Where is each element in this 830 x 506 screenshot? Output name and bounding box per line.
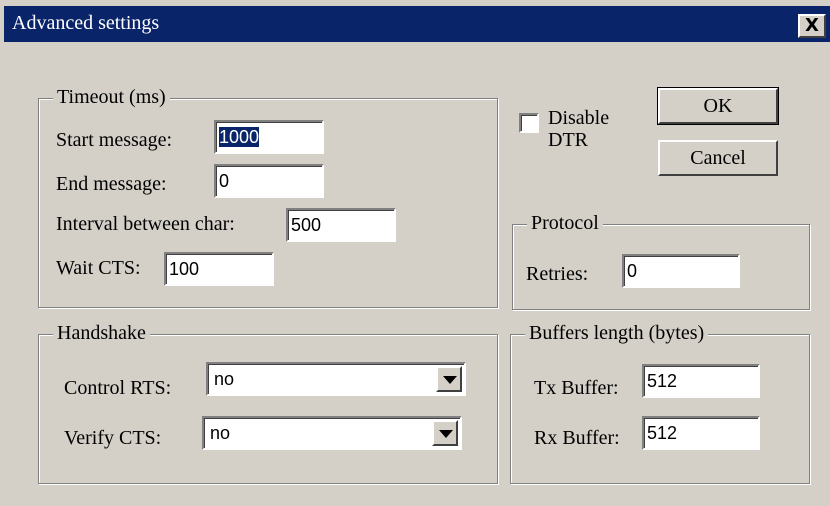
rx-buffer-value: 512 <box>647 423 678 443</box>
interval-value: 500 <box>291 215 322 235</box>
disable-dtr-checkbox[interactable] <box>519 113 539 133</box>
cancel-button[interactable]: Cancel <box>658 140 778 176</box>
close-icon: X <box>805 15 819 36</box>
cancel-button-label: Cancel <box>690 146 746 169</box>
disable-dtr-label-line1[interactable]: Disable <box>548 106 609 130</box>
start-message-value: 1000 <box>219 127 260 147</box>
handshake-group: Handshake <box>38 321 498 484</box>
control-rts-dropdown-button[interactable] <box>436 366 462 392</box>
start-message-label: Start message: <box>56 129 173 151</box>
chevron-down-icon <box>439 430 453 438</box>
timeout-legend: Timeout (ms) <box>53 85 170 109</box>
tx-buffer-input[interactable]: 512 <box>642 364 760 398</box>
window-title: Advanced settings <box>12 12 160 34</box>
control-rts-select[interactable]: no <box>206 362 466 396</box>
ok-button[interactable]: OK <box>657 87 779 125</box>
control-rts-label: Control RTS: <box>64 377 172 399</box>
verify-cts-value: no <box>210 423 231 443</box>
advanced-settings-dialog: Advanced settings X Timeout (ms) Start m… <box>0 0 830 506</box>
verify-cts-select[interactable]: no <box>202 416 462 450</box>
retries-label: Retries: <box>526 263 589 285</box>
control-rts-value: no <box>214 369 235 389</box>
wait-cts-label: Wait CTS: <box>56 257 141 279</box>
retries-value: 0 <box>627 261 638 281</box>
rx-buffer-label: Rx Buffer: <box>534 427 620 449</box>
end-message-value: 0 <box>219 171 230 191</box>
tx-buffer-value: 512 <box>647 371 678 391</box>
verify-cts-label: Verify CTS: <box>64 427 162 449</box>
end-message-input[interactable]: 0 <box>214 164 324 198</box>
rx-buffer-input[interactable]: 512 <box>642 416 760 450</box>
interval-input[interactable]: 500 <box>286 208 396 242</box>
start-message-input[interactable]: 1000 <box>214 120 324 154</box>
handshake-legend: Handshake <box>53 321 150 345</box>
wait-cts-input[interactable]: 100 <box>164 252 274 286</box>
protocol-legend: Protocol <box>527 211 603 235</box>
buffers-legend: Buffers length (bytes) <box>525 321 709 345</box>
close-button[interactable]: X <box>798 14 826 38</box>
ok-button-label: OK <box>703 94 733 117</box>
wait-cts-value: 100 <box>169 259 200 279</box>
interval-label: Interval between char: <box>56 213 235 235</box>
tx-buffer-label: Tx Buffer: <box>534 377 619 399</box>
disable-dtr-label-line2[interactable]: DTR <box>548 128 588 152</box>
chevron-down-icon <box>443 376 457 384</box>
title-bar[interactable]: Advanced settings X <box>4 6 830 42</box>
end-message-label: End message: <box>56 173 167 195</box>
verify-cts-dropdown-button[interactable] <box>432 420 458 446</box>
retries-input[interactable]: 0 <box>622 254 740 288</box>
buffers-group: Buffers length (bytes) <box>510 321 810 484</box>
